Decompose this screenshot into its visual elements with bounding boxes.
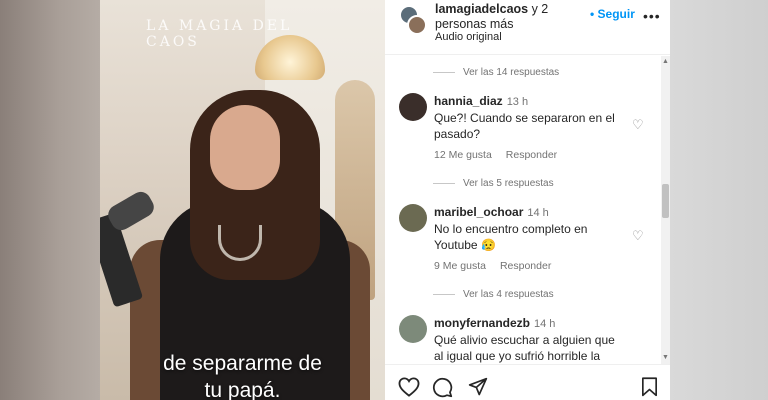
backdrop-left [0,0,100,400]
comment-item: monyfernandezb 14 h Qué alivio escuchar a… [385,315,670,365]
heart-icon[interactable]: ♡ [632,228,644,244]
comment-item: hannia_diaz 13 h Que?! Cuando se separaro… [385,93,670,163]
caption-line-2: tu papá. [204,379,281,400]
username-text[interactable]: maribel_ochoar [434,205,523,219]
view-replies-link[interactable]: Ver las 14 respuestas [433,67,559,78]
likes-count[interactable]: 9 Me gusta [434,260,486,272]
username-text[interactable]: hannia_diaz [434,94,503,108]
replies-line [433,293,455,295]
more-options-icon[interactable]: ••• [643,8,661,24]
comment-text: No lo encuentro completo en Youtube 😥 [434,222,588,252]
follow-button[interactable]: • Seguir [590,7,635,21]
scroll-up-icon[interactable]: ▲ [662,58,669,66]
author-avatars[interactable] [399,5,429,37]
comment-icon[interactable] [432,377,453,398]
video-caption: de separarme de tu papá. [100,350,385,400]
comment-text: Que?! Cuando se separaron en el pasado? [434,111,615,141]
comment-time: 14 h [534,318,556,330]
backdrop-right [670,0,768,400]
reply-button[interactable]: Responder [506,149,557,161]
author-username[interactable]: lamagiadelcaos [435,2,528,16]
comment-username[interactable]: maribel_ochoar 14 h [434,205,549,219]
view-replies-label: Ver las 14 respuestas [463,67,560,78]
audio-label[interactable]: Audio original [435,31,502,43]
scrollbar-thumb[interactable] [662,184,669,218]
heart-icon[interactable] [398,377,420,397]
view-replies-link[interactable]: Ver las 5 respuestas [433,178,554,189]
comment-meta: 12 Me gusta Responder [434,149,571,161]
avatar [407,15,427,35]
video-person-face [210,105,280,190]
comment-text: Qué alivio escuchar a alguien que al igu… [434,333,615,363]
avatar[interactable] [399,315,427,343]
likes-count[interactable]: 12 Me gusta [434,149,492,161]
scrollbar[interactable]: ▲ ▼ [661,56,670,364]
caption-line-1: de separarme de [163,352,322,375]
post-authors[interactable]: lamagiadelcaos y 2 personas más [435,2,595,32]
comment-meta: 9 Me gusta Responder [434,260,565,272]
action-bar [385,364,670,400]
bookmark-icon[interactable] [641,377,658,397]
comment-username[interactable]: hannia_diaz 13 h [434,94,528,108]
post-header: lamagiadelcaos y 2 personas más Audio or… [385,0,670,55]
comments-panel: lamagiadelcaos y 2 personas más Audio or… [385,0,670,400]
replies-line [433,71,455,73]
comment-username[interactable]: monyfernandezb 14 h [434,316,555,330]
avatar[interactable] [399,93,427,121]
comment-item: maribel_ochoar 14 h No lo encuentro compl… [385,204,670,274]
video-brand-watermark: LA MAGIA DEL CAOS [146,18,293,50]
view-replies-link[interactable]: Ver las 4 respuestas [433,289,554,300]
view-replies-label: Ver las 4 respuestas [463,289,554,300]
comment-time: 13 h [506,96,529,108]
view-replies-label: Ver las 5 respuestas [463,178,554,189]
avatar[interactable] [399,204,427,232]
heart-icon[interactable]: ♡ [632,117,644,133]
replies-line [433,182,455,184]
reply-button[interactable]: Responder [500,260,551,272]
share-icon[interactable] [468,377,488,397]
video-player[interactable]: LA MAGIA DEL CAOS de separarme de tu pap… [100,0,385,400]
comments-list: Ver las 14 respuestas hannia_diaz 13 h Qu… [385,56,670,364]
username-text[interactable]: monyfernandezb [434,316,530,330]
comment-time: 14 h [527,207,549,219]
scroll-down-icon[interactable]: ▼ [662,354,669,362]
